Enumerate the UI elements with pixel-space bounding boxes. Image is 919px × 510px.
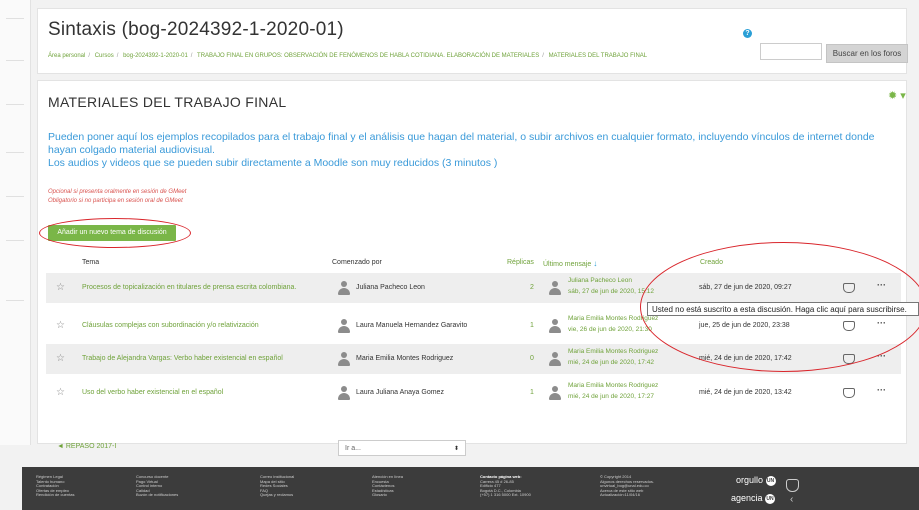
topic-link[interactable]: Procesos de topicalización en titulares … [82,284,296,291]
avatar [548,319,562,333]
help-icon[interactable]: ? [743,29,752,38]
footer-column: © Copyright 2014 Algunos derechos reserva… [600,474,655,498]
search-input[interactable] [760,43,822,60]
forum-description: Pueden poner aquí los ejemplos recopilad… [48,131,875,169]
avatar [337,352,351,366]
last-post-date[interactable]: vie, 26 de jun de 2020, 21:30 [568,326,652,333]
select-arrows-icon: ⬍ [453,446,459,452]
jump-to-select[interactable]: Ir a... ⬍ [338,440,466,456]
footer-column: Atención en línea Encuesta Contáctenos Esta… [372,474,403,498]
breadcrumb: Área personal / Cursos / bog-2024392-1-202… [48,53,648,59]
left-nav-strip [0,0,31,445]
last-post-author[interactable]: Juliana Pacheco Leon [568,277,632,284]
shield-icon[interactable] [786,479,799,492]
breadcrumb-item[interactable]: bog-2024392-1-2020-01 [123,53,188,59]
last-post-date[interactable]: mié, 24 de jun de 2020, 17:42 [568,359,654,366]
topic-link[interactable]: Uso del verbo haber existencial en el es… [82,389,223,396]
star-icon[interactable]: ☆ [56,353,65,364]
footer: Régimen Legal Talento humano Contratación O… [22,467,919,510]
page-header: Sintaxis (bog-2024392-1-2020-01) Área pe… [37,8,908,74]
avatar [548,352,562,366]
last-post-author[interactable]: Maria Emilia Montes Rodriguez [568,348,658,355]
last-post-author[interactable]: Maria Emilia Montes Rodriguez [568,382,658,389]
author-name[interactable]: Maria Emilia Montes Rodriguez [356,355,453,362]
topic-link[interactable]: Cláusulas complejas con subordinación y/… [82,322,259,329]
author-name[interactable]: Laura Juliana Anaya Gomez [356,389,444,396]
course-title: Sintaxis (bog-2024392-1-2020-01) [48,19,344,40]
previous-activity-link[interactable]: ◄ REPASO 2017-I [57,443,116,450]
avatar [337,386,351,400]
footer-column: Correo institucional Mapa del sitio Redes … [260,474,295,498]
star-icon[interactable]: ☆ [56,282,65,293]
column-header-replies[interactable]: Réplicas [507,259,534,266]
last-post-date[interactable]: mié, 24 de jun de 2020, 17:27 [568,393,654,400]
subscribe-icon[interactable] [843,388,855,398]
more-options-icon[interactable]: ··· [877,385,886,395]
sort-down-icon: ↓ [593,259,598,268]
note-optional: Opcional si presenta oralmente en sesión… [48,189,187,195]
footer-column: Régimen Legal Talento humano Contratación O… [36,474,75,498]
footer-column: Concurso docente Pago Virtual Control inte… [136,474,179,498]
breadcrumb-item[interactable]: MATERIALES DEL TRABAJO FINAL [549,53,648,59]
topic-link[interactable]: Trabajo de Alejandra Vargas: Verbo haber… [82,355,283,362]
replies-count[interactable]: 2 [530,284,534,291]
column-header-topic[interactable]: Tema [82,259,99,266]
replies-count[interactable]: 0 [530,355,534,362]
author-name[interactable]: Juliana Pacheco Leon [356,284,425,291]
avatar [548,281,562,295]
replies-count[interactable]: 1 [530,389,534,396]
star-icon[interactable]: ☆ [56,320,65,331]
column-header-started-by[interactable]: Comenzado por [332,259,382,266]
avatar [548,386,562,400]
last-post-date[interactable]: sáb, 27 de jun de 2020, 15:12 [568,288,654,295]
column-header-last-post[interactable]: Último mensaje ↓ [543,259,597,268]
gear-icon[interactable]: ✹ ▾ [888,89,906,102]
agencia-un-logo[interactable]: agencia UN [731,493,776,504]
search-forums-button[interactable]: Buscar en los foros [826,44,908,63]
note-mandatory: Obligatorio si no participa en sesión or… [48,198,183,204]
author-name[interactable]: Laura Manuela Hernandez Garavito [356,322,467,329]
subscribe-tooltip: Usted no está suscrito a esta discusión.… [647,302,919,316]
avatar [337,281,351,295]
orgullo-un-logo[interactable]: orgullo UN [736,475,776,486]
created-date: mié, 24 de jun de 2020, 13:42 [699,389,792,396]
forum-title: MATERIALES DEL TRABAJO FINAL [48,94,287,110]
avatar [337,319,351,333]
breadcrumb-item[interactable]: TRABAJO FINAL EN GRUPOS: OBSERVACIÓN DE … [197,53,539,59]
replies-count[interactable]: 1 [530,322,534,329]
table-row[interactable]: ☆ Uso del verbo haber existencial en el … [46,378,901,408]
footer-column: Contacto página web: Carrera 45 # 26-85 Ed… [480,474,531,498]
star-icon[interactable]: ☆ [56,387,65,398]
annotation-circle [39,218,191,248]
breadcrumb-item[interactable]: Cursos [95,53,114,59]
chevron-left-icon[interactable]: ‹ [790,494,793,505]
breadcrumb-item[interactable]: Área personal [48,53,85,59]
